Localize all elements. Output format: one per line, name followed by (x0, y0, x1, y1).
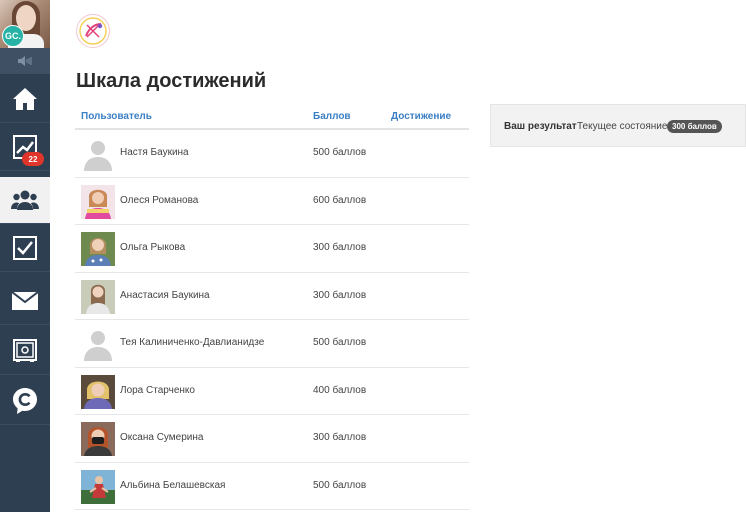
your-result-panel: Ваш результат Текущее состояние 300 балл… (490, 104, 746, 147)
table-row[interactable]: Альбина Белашевская 500 баллов (75, 463, 469, 510)
table-row[interactable]: Тея Калиниченко-Давлианидзе 500 баллов (75, 320, 469, 368)
column-user[interactable]: Пользователь (81, 111, 152, 122)
user-photo-avatar (81, 469, 115, 504)
coin-c-icon (13, 388, 37, 414)
result-state: Текущее состояние (577, 121, 668, 132)
sidebar-item-stats[interactable]: 22 (0, 124, 50, 171)
user-name[interactable]: Олеся Романова (120, 195, 198, 206)
user-placeholder-avatar (81, 327, 115, 361)
user-photo-avatar (81, 374, 115, 409)
user-photo-avatar (81, 422, 115, 456)
table-row[interactable]: Лора Старченко 400 баллов (75, 368, 469, 415)
sidebar-item-home[interactable] (0, 76, 50, 123)
user-name[interactable]: Анастасия Баукина (120, 290, 210, 301)
user-name[interactable]: Настя Баукина (120, 147, 189, 158)
user-avatar[interactable]: GC. (0, 0, 50, 48)
sidebar: GC. 22 (0, 0, 50, 512)
table-header: Пользователь Баллов Достижение (75, 106, 469, 130)
users-icon (11, 190, 39, 210)
result-points-badge: 300 баллов (667, 120, 722, 133)
user-photo-avatar (81, 279, 115, 314)
user-placeholder-avatar (81, 137, 115, 171)
user-photo-avatar (81, 232, 115, 266)
stats-notification-badge: 22 (22, 152, 44, 166)
user-name[interactable]: Ольга Рыкова (120, 242, 185, 253)
user-name[interactable]: Лора Старченко (120, 385, 195, 396)
user-name[interactable]: Тея Калиниченко-Давлианидзе (120, 337, 264, 348)
sidebar-item-users[interactable] (0, 177, 50, 224)
sidebar-item-safe[interactable] (0, 328, 50, 375)
user-name[interactable]: Оксана Сумерина (120, 432, 203, 443)
user-initials-badge: GC. (2, 25, 24, 47)
page-title: Шкала достижений (76, 70, 267, 92)
user-points: 300 баллов (313, 289, 367, 301)
column-points[interactable]: Баллов (313, 111, 351, 122)
home-icon (13, 88, 37, 110)
user-points: 500 баллов (313, 337, 367, 348)
user-points: 500 баллов (313, 479, 367, 491)
achievement-table: Пользователь Баллов Достижение Настя Бау… (75, 106, 469, 510)
safe-icon (13, 339, 37, 362)
user-points: 600 баллов (313, 194, 367, 206)
mail-icon (12, 292, 38, 310)
table-row[interactable]: Анастасия Баукина 300 баллов (75, 273, 469, 320)
user-points: 400 баллов (313, 384, 367, 396)
user-points: 500 баллов (313, 147, 367, 158)
table-row[interactable]: Оксана Сумерина 300 баллов (75, 415, 469, 463)
speaker-icon (18, 56, 32, 66)
user-points: 300 баллов (313, 432, 367, 443)
user-name[interactable]: Альбина Белашевская (120, 480, 225, 491)
table-row[interactable]: Настя Баукина 500 баллов (75, 130, 469, 178)
checkbox-icon (13, 236, 37, 260)
sidebar-item-tasks[interactable] (0, 225, 50, 272)
user-points: 300 баллов (313, 242, 367, 253)
sidebar-item-coins[interactable] (0, 378, 50, 425)
table-row[interactable]: Ольга Рыкова 300 баллов (75, 225, 469, 273)
logo-icon (79, 17, 107, 45)
user-photo-avatar (81, 184, 115, 219)
sidebar-item-mail[interactable] (0, 278, 50, 325)
column-achievement[interactable]: Достижение (391, 111, 451, 122)
table-row[interactable]: Олеся Романова 600 баллов (75, 178, 469, 225)
site-logo[interactable] (76, 14, 110, 48)
sound-toggle[interactable] (0, 48, 50, 74)
result-label: Ваш результат (504, 121, 577, 132)
